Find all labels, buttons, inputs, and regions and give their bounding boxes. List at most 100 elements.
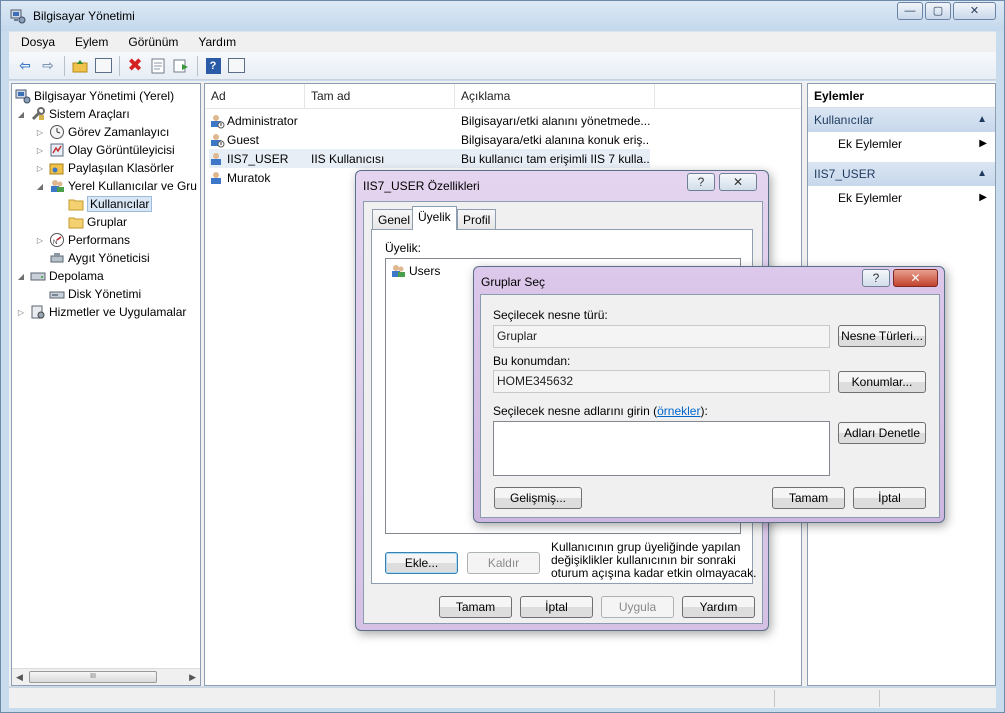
ok-button[interactable]: Tamam <box>439 596 512 618</box>
table-row[interactable]: IIS7_USER IIS Kullanıcısı Bu kullanıcı t… <box>209 149 650 168</box>
tree-item-local-users-groups[interactable]: ◢ Yerel Kullanıcılar ve Gru <box>35 177 197 195</box>
column-fullname[interactable]: Tam ad <box>305 84 455 109</box>
select-groups-client: Seçilecek nesne türü: Gruplar Nesne Türl… <box>480 294 940 518</box>
tree-item-groups[interactable]: Gruplar <box>68 213 127 231</box>
forward-arrow-icon[interactable]: ⇨ <box>37 55 59 77</box>
dialog-help-button[interactable]: ? <box>862 269 890 287</box>
tree-horizontal-scrollbar[interactable]: ◀ III ▶ <box>12 668 200 685</box>
advanced-button[interactable]: Gelişmiş... <box>494 487 582 509</box>
location-label: Bu konumdan: <box>493 354 571 368</box>
user-fullname: IIS Kullanıcısı <box>311 151 385 166</box>
examples-link[interactable]: örnekler <box>657 404 700 418</box>
menu-action[interactable]: Eylem <box>63 35 116 49</box>
menu-view[interactable]: Görünüm <box>116 35 186 49</box>
collapse-arrow-icon[interactable]: ◢ <box>16 110 26 119</box>
tree-item-storage[interactable]: ◢ Depolama <box>16 267 104 285</box>
user-name: Administrator <box>227 113 298 128</box>
tab-profile[interactable]: Profil <box>457 209 497 230</box>
toolbar: ⇦ ⇨ ✖ ? <box>9 52 996 80</box>
collapse-arrow-icon[interactable]: ◢ <box>16 272 26 281</box>
dialog-close-button[interactable]: ✕ <box>719 173 757 191</box>
dialog-close-button[interactable]: ✕ <box>893 269 938 287</box>
menu-file[interactable]: Dosya <box>9 35 63 49</box>
collapse-up-icon[interactable]: ▲ <box>977 108 987 132</box>
scroll-right-icon[interactable]: ▶ <box>189 672 196 683</box>
performance-icon: N <box>50 233 64 247</box>
show-hide-tree-icon[interactable] <box>92 55 114 77</box>
tree-label: Hizmetler ve Uygulamalar <box>49 305 187 319</box>
check-names-button[interactable]: Adları Denetle <box>838 422 926 444</box>
more-actions-users[interactable]: Ek Eylemler ▶ <box>808 132 995 156</box>
remove-button[interactable]: Kaldır <box>467 552 540 574</box>
dialog-help-button[interactable]: ? <box>687 173 715 191</box>
table-row[interactable]: Administrator Bilgisayarı/etki alanını y… <box>209 111 650 130</box>
tree-item-device-manager[interactable]: Aygıt Yöneticisi <box>49 249 150 267</box>
maximize-button[interactable]: ▢ <box>925 2 951 20</box>
column-name[interactable]: Ad <box>205 84 305 109</box>
user-name: Muratok <box>227 170 271 185</box>
tree-label: Yerel Kullanıcılar ve Gru <box>68 179 197 193</box>
delete-icon[interactable]: ✖ <box>124 55 146 77</box>
expand-arrow-icon[interactable]: ▷ <box>35 164 45 173</box>
user-description: Bu kullanıcı tam erişimli IIS 7 kulla... <box>461 151 650 166</box>
add-button[interactable]: Ekle... <box>385 552 458 574</box>
console-tree: Bilgisayar Yönetimi (Yerel) ◢ Sistem Ara… <box>11 83 201 686</box>
tree-item-services-applications[interactable]: ▷ Hizmetler ve Uygulamalar <box>16 303 186 321</box>
tab-membership[interactable]: Üyelik <box>412 206 457 230</box>
submenu-arrow-icon: ▶ <box>979 192 987 203</box>
ok-button[interactable]: Tamam <box>772 487 845 509</box>
tree-item-shared-folders[interactable]: ▷ Paylaşılan Klasörler <box>35 159 174 177</box>
expand-arrow-icon[interactable]: ▷ <box>35 128 45 137</box>
title-bar[interactable]: Bilgisayar Yönetimi — ▢ ✕ <box>1 1 1004 31</box>
collapse-arrow-icon[interactable]: ◢ <box>35 182 45 191</box>
tree-item-system-tools[interactable]: ◢ Sistem Araçları <box>16 105 130 123</box>
expand-arrow-icon[interactable]: ▷ <box>35 236 45 245</box>
select-groups-title: Gruplar Seç <box>481 275 546 289</box>
disk-icon <box>49 291 65 299</box>
toolbar-separator <box>119 55 120 76</box>
scrollbar-thumb[interactable]: III <box>29 671 157 683</box>
help-button[interactable]: Yardım <box>682 596 755 618</box>
object-names-input[interactable] <box>493 421 830 476</box>
list-item[interactable]: Users <box>390 263 440 279</box>
scroll-left-icon[interactable]: ◀ <box>16 672 23 683</box>
up-folder-icon[interactable] <box>69 55 91 77</box>
actions-section-users[interactable]: Kullanıcılar ▲ <box>808 108 995 132</box>
tree-item-disk-management[interactable]: Disk Yönetimi <box>49 285 141 303</box>
action-pane-toggle-icon[interactable] <box>225 55 247 77</box>
help-icon[interactable]: ? <box>202 55 224 77</box>
note-line: oturum açışına kadar etkin olmayacak. <box>551 566 757 580</box>
back-arrow-icon[interactable]: ⇦ <box>14 55 36 77</box>
minimize-button[interactable]: — <box>897 2 923 20</box>
tree-label: Paylaşılan Klasörler <box>68 161 175 175</box>
object-types-button[interactable]: Nesne Türleri... <box>838 325 926 347</box>
properties-icon[interactable] <box>147 55 169 77</box>
close-button[interactable]: ✕ <box>953 2 996 20</box>
expand-arrow-icon[interactable]: ▷ <box>16 308 26 317</box>
label-text: Seçilecek nesne adlarını girin ( <box>493 404 658 418</box>
locations-button[interactable]: Konumlar... <box>838 371 926 393</box>
tab-general[interactable]: Genel <box>372 209 417 230</box>
export-list-icon[interactable] <box>170 55 192 77</box>
tree-item-performance[interactable]: ▷ N Performans <box>35 231 130 249</box>
cancel-button[interactable]: İptal <box>520 596 593 618</box>
collapse-up-icon[interactable]: ▲ <box>977 162 987 186</box>
tree-label: Kullanıcılar <box>87 196 153 212</box>
actions-section-iis7-user[interactable]: IIS7_USER ▲ <box>808 162 995 186</box>
column-description[interactable]: Açıklama <box>455 84 655 109</box>
menu-help[interactable]: Yardım <box>186 35 244 49</box>
event-viewer-icon <box>50 143 64 157</box>
table-row[interactable]: Guest Bilgisayara/etki alanına konuk eri… <box>209 130 650 149</box>
more-actions-iis7-user[interactable]: Ek Eylemler ▶ <box>808 186 995 210</box>
user-icon <box>211 114 225 128</box>
cancel-button[interactable]: İptal <box>853 487 926 509</box>
menu-bar: Dosya Eylem Görünüm Yardım <box>9 31 996 52</box>
tree-item-event-viewer[interactable]: ▷ Olay Görüntüleyicisi <box>35 141 175 159</box>
tree-label: Performans <box>68 233 131 247</box>
tree-item-task-scheduler[interactable]: ▷ Görev Zamanlayıcı <box>35 123 169 141</box>
object-type-label: Seçilecek nesne türü: <box>493 308 608 322</box>
apply-button[interactable]: Uygula <box>601 596 674 618</box>
tree-item-users[interactable]: Kullanıcılar <box>68 195 153 213</box>
tree-item-root[interactable]: Bilgisayar Yönetimi (Yerel) <box>15 87 174 105</box>
expand-arrow-icon[interactable]: ▷ <box>35 146 45 155</box>
